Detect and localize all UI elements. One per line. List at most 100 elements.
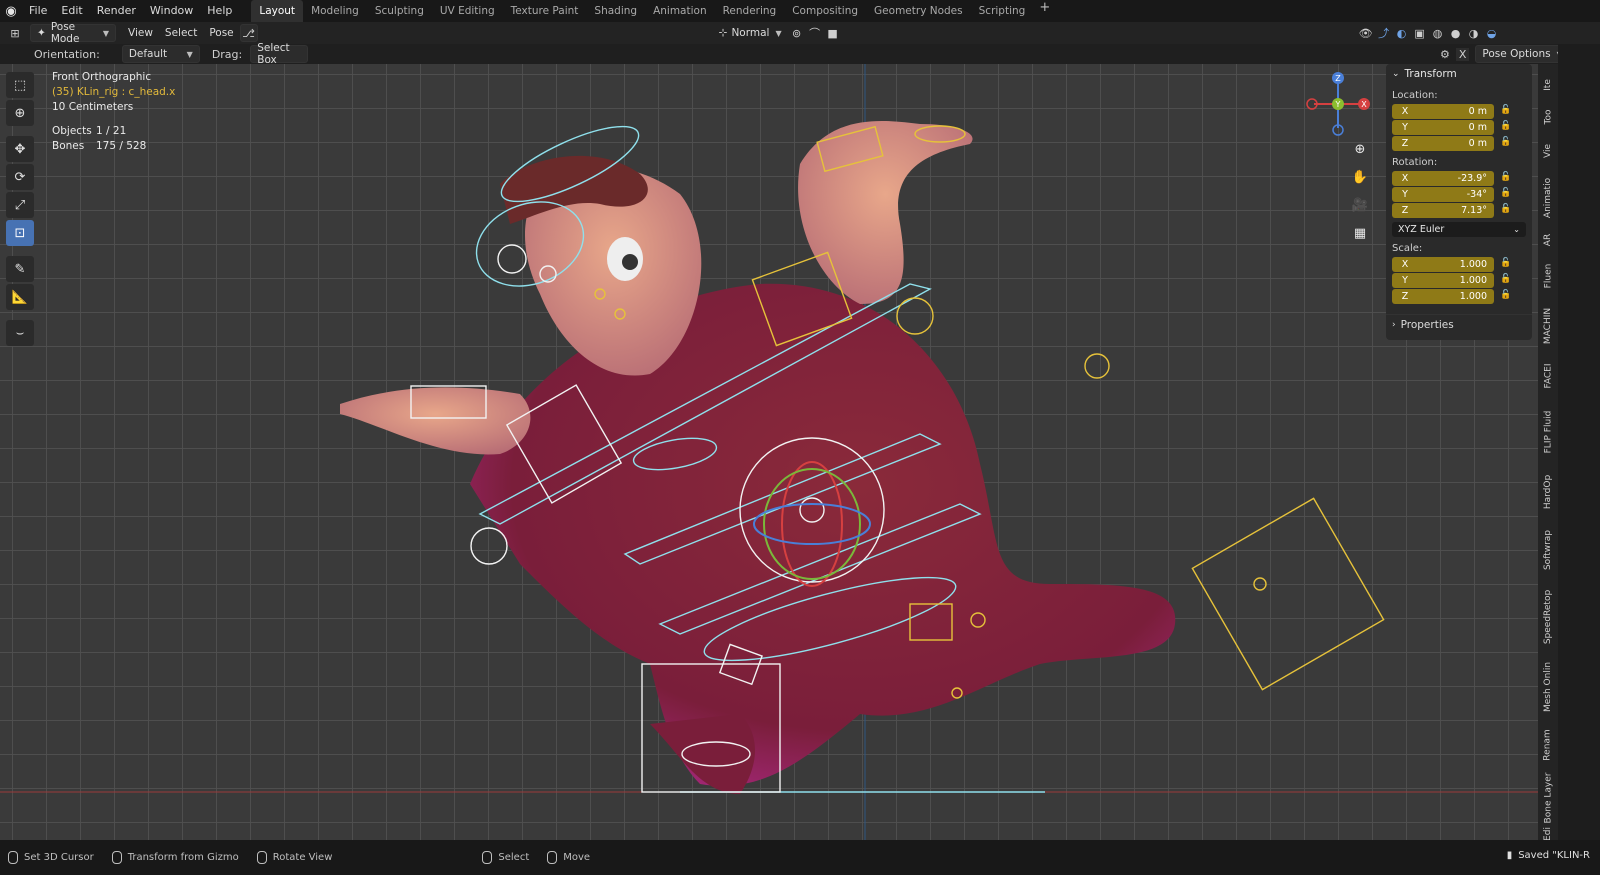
status-saved: ▮ Saved "KLIN-R [1506, 850, 1590, 861]
side-tab-animation[interactable]: Animatio [1538, 170, 1558, 226]
tab-shading[interactable]: Shading [586, 0, 645, 22]
tab-sculpting[interactable]: Sculpting [367, 0, 432, 22]
orientation-icon: ⊹ [718, 27, 728, 39]
location-x-field[interactable]: X0 m [1392, 104, 1494, 119]
side-tab-mesh-online[interactable]: Mesh Onlin [1538, 656, 1558, 718]
navigation-gizmo[interactable]: Z X Y [1300, 68, 1380, 148]
scale-y-field[interactable]: Y 1.000 [1392, 273, 1494, 288]
side-tab-flip-fluid[interactable]: FLIP Fluid [1538, 402, 1558, 462]
orientation-dropdown[interactable]: Default ▼ [121, 45, 200, 63]
move-tool-icon[interactable]: ✥ [6, 136, 34, 162]
add-workspace-icon[interactable]: + [1033, 0, 1056, 22]
drag-dropdown[interactable]: Select Box [250, 42, 309, 66]
lock-icon[interactable]: 🔓 [1500, 105, 1511, 115]
properties-header[interactable]: › Properties [1386, 314, 1532, 334]
snap-icon[interactable]: ⌒ [806, 24, 824, 42]
side-tab-bone-layer[interactable]: Bone Layer [1538, 770, 1558, 826]
transform-header[interactable]: ⌄ Transform [1386, 64, 1532, 84]
pose-tools-icon[interactable]: ⎇ [239, 24, 258, 42]
measure-tool-icon[interactable]: 📐 [6, 284, 34, 310]
side-tab-item[interactable]: Ite [1538, 70, 1558, 100]
rendered-shading-icon[interactable]: ◒ [1483, 24, 1501, 42]
annotate-tool-icon[interactable]: ✎ [6, 256, 34, 282]
side-tab-facei[interactable]: FACEI [1538, 356, 1558, 396]
menu-pose[interactable]: Pose [203, 24, 239, 42]
tab-animation[interactable]: Animation [645, 0, 715, 22]
tab-texture-paint[interactable]: Texture Paint [503, 0, 587, 22]
cursor-tool-icon[interactable]: ⊕ [6, 100, 34, 126]
scale-x-field[interactable]: X 1.000 [1392, 257, 1494, 272]
gizmo-toggle-icon[interactable]: ⤴ [1375, 24, 1393, 42]
svg-text:X: X [1361, 100, 1367, 109]
xray-icon[interactable]: ▣ [1411, 24, 1429, 42]
menu-view[interactable]: View [122, 24, 159, 42]
zoom-icon[interactable]: ⊕ [1348, 138, 1372, 160]
lock-icon[interactable]: 🔓 [1500, 172, 1511, 182]
select-box-tool-icon[interactable]: ⬚ [6, 72, 34, 98]
rotation-y-field[interactable]: Y -34° [1392, 187, 1494, 202]
location-z-field[interactable]: Z0 m [1392, 136, 1494, 151]
side-tab-machin[interactable]: MACHIN [1538, 302, 1558, 350]
pivot-icon[interactable]: ⊚ [788, 24, 806, 42]
side-tab-hardops[interactable]: HardOp [1538, 468, 1558, 516]
menu-file[interactable]: File [22, 0, 54, 22]
side-tab-edit[interactable]: Edi [1538, 827, 1558, 841]
tab-layout[interactable]: Layout [251, 0, 304, 22]
rotation-x-field[interactable]: X -23.9° [1392, 171, 1494, 186]
wireframe-shading-icon[interactable]: ◍ [1429, 24, 1447, 42]
menu-edit[interactable]: Edit [54, 0, 89, 22]
lock-icon[interactable]: 🔓 [1500, 137, 1511, 147]
menu-render[interactable]: Render [90, 0, 143, 22]
relax-tool-icon[interactable]: ⌣ [6, 320, 34, 346]
grid-view-icon[interactable]: ▦ [1348, 222, 1372, 244]
editor-type-icon[interactable]: ⊞ [6, 24, 24, 42]
tab-uv-editing[interactable]: UV Editing [432, 0, 503, 22]
side-tab-tool[interactable]: Too [1538, 102, 1558, 132]
location-y-field[interactable]: Y0 m [1392, 120, 1494, 135]
rotate-tool-icon[interactable]: ⟳ [6, 164, 34, 190]
navigation-controls: ⊕ ✋ 🎥 ▦ [1348, 138, 1372, 244]
location-x-row: X0 m 🔓 [1386, 104, 1532, 119]
side-tab-fluent[interactable]: Fluen [1538, 256, 1558, 296]
lock-icon[interactable]: 🔓 [1500, 258, 1511, 268]
lock-icon[interactable]: 🔓 [1500, 274, 1511, 284]
transform-affect-icon[interactable]: ⚙ [1440, 48, 1450, 61]
pan-hand-icon[interactable]: ✋ [1348, 166, 1372, 188]
side-tab-softwrap[interactable]: Softwrap [1538, 522, 1558, 578]
camera-icon[interactable]: 🎥 [1348, 194, 1372, 216]
solid-shading-icon[interactable]: ● [1447, 24, 1465, 42]
side-tab-rename[interactable]: Renam [1538, 724, 1558, 766]
3d-viewport[interactable] [0, 64, 1580, 840]
proportional-icon[interactable]: ■ [824, 24, 842, 42]
rotation-mode-dropdown[interactable]: XYZ Euler ⌄ [1392, 222, 1526, 237]
lock-icon[interactable]: 🔓 [1500, 204, 1511, 214]
scale-tool-icon[interactable]: ⤢ [6, 192, 34, 218]
mode-dropdown[interactable]: ✦ Pose Mode ▼ [30, 21, 116, 45]
transform-tool-icon[interactable]: ⊡ [6, 220, 34, 246]
menu-window[interactable]: Window [143, 0, 200, 22]
rotation-z-field[interactable]: Z 7.13° [1392, 203, 1494, 218]
pose-options-dropdown[interactable]: Pose Options ▼ [1475, 45, 1570, 63]
tab-compositing[interactable]: Compositing [784, 0, 866, 22]
side-tab-ar[interactable]: AR [1538, 228, 1558, 252]
material-shading-icon[interactable]: ◑ [1465, 24, 1483, 42]
lock-icon[interactable]: 🔓 [1500, 290, 1511, 300]
tab-rendering[interactable]: Rendering [715, 0, 785, 22]
tab-modeling[interactable]: Modeling [303, 0, 367, 22]
tab-scripting[interactable]: Scripting [971, 0, 1034, 22]
chevron-down-icon: ⌄ [1392, 69, 1400, 79]
overlay-toggle-icon[interactable]: ◐ [1393, 24, 1411, 42]
lock-icon[interactable]: 🔓 [1500, 121, 1511, 131]
character-model[interactable] [340, 120, 1176, 794]
tab-geometry-nodes[interactable]: Geometry Nodes [866, 0, 971, 22]
visibility-icon[interactable]: 👁 [1357, 24, 1375, 42]
side-tab-view[interactable]: Vie [1538, 136, 1558, 166]
transform-orientation-dropdown[interactable]: ⊹ Normal ▼ [713, 24, 788, 42]
lock-icon[interactable]: 🔓 [1500, 188, 1511, 198]
menu-help[interactable]: Help [200, 0, 239, 22]
menu-select[interactable]: Select [159, 24, 203, 42]
x-mirror-toggle[interactable]: X [1455, 47, 1470, 61]
scale-z-field[interactable]: Z 1.000 [1392, 289, 1494, 304]
side-tab-speedretop[interactable]: SpeedRetop [1538, 584, 1558, 650]
blender-logo-icon[interactable]: ◉ [0, 0, 22, 22]
